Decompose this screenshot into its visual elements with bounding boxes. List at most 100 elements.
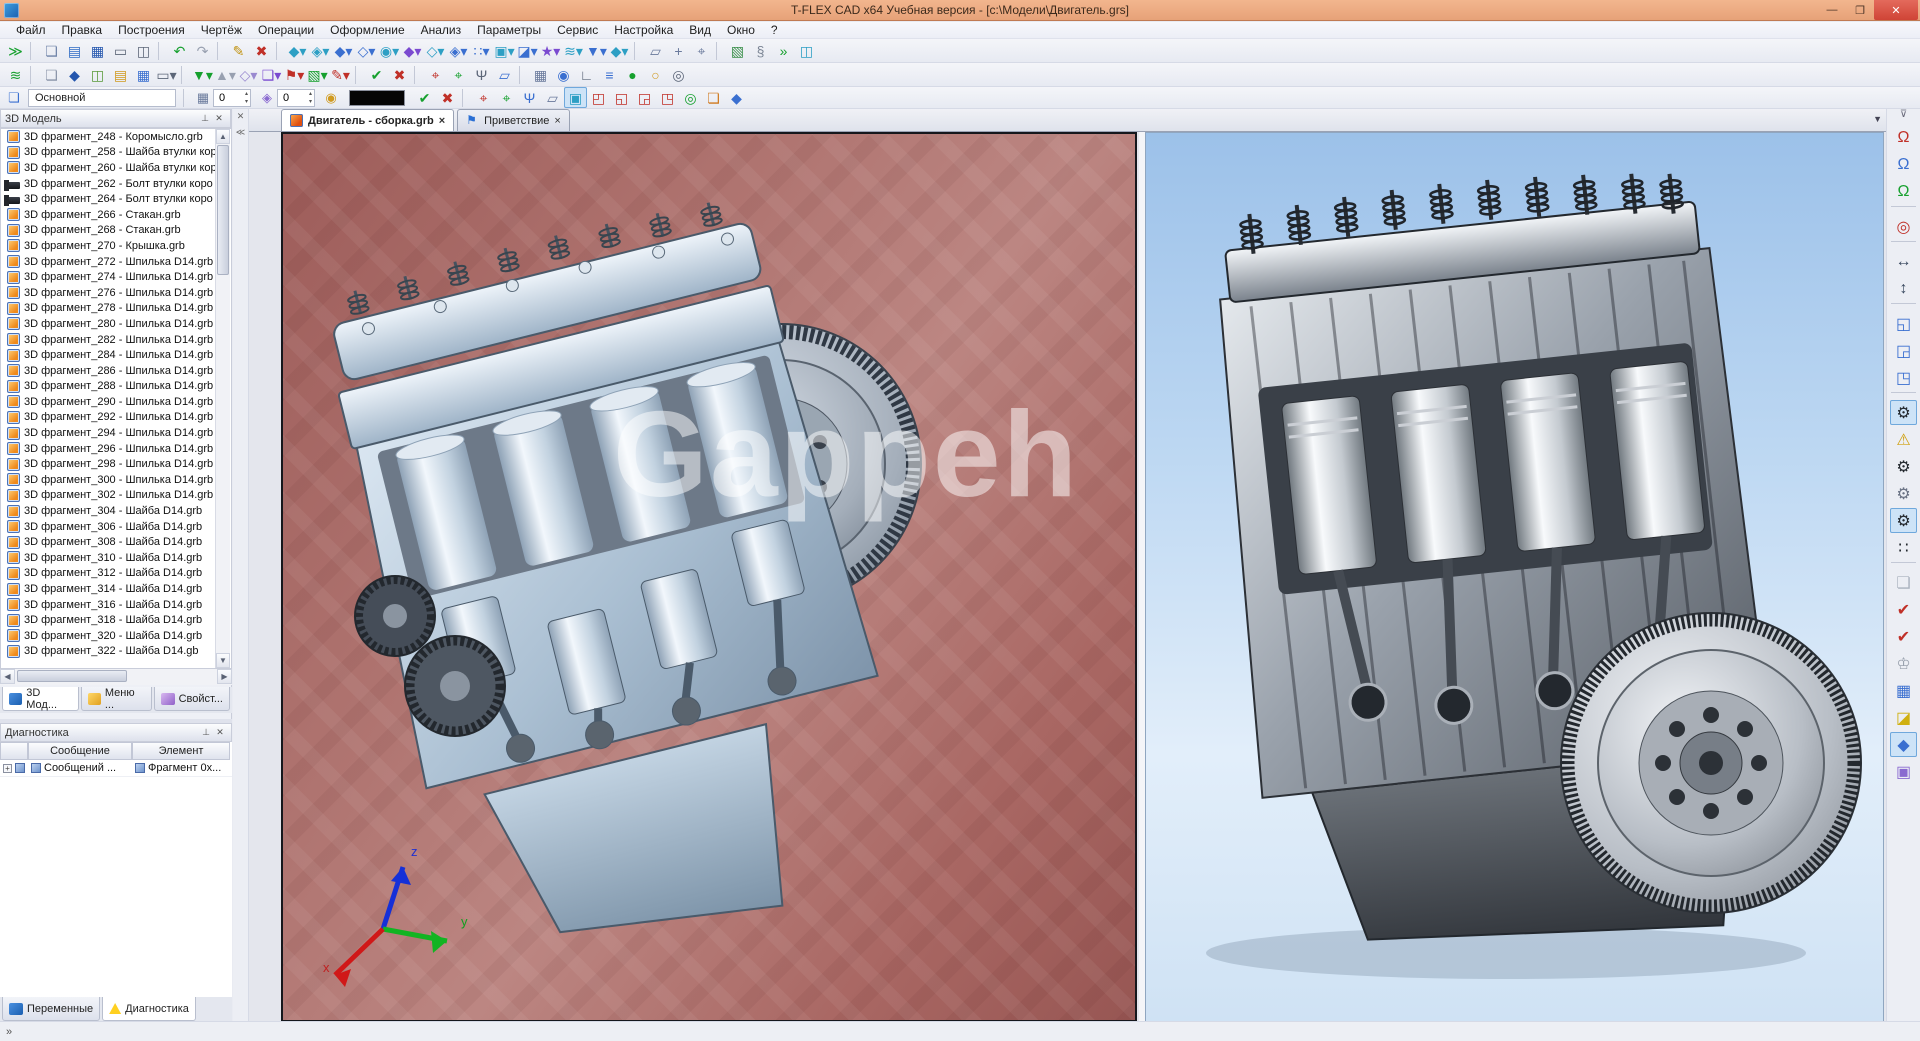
toolbar-icon[interactable] bbox=[276, 42, 283, 60]
tree-item[interactable]: 3D фрагмент_312 - Шайба D14.grb bbox=[1, 566, 231, 582]
toolbar-icon[interactable]: ◆▾ bbox=[608, 40, 631, 61]
toolbar-icon[interactable]: ✖ bbox=[388, 64, 411, 85]
tree-item[interactable]: 3D фрагмент_286 - Шпилька D14.grb bbox=[1, 363, 231, 379]
toolbar-icon[interactable]: ✔ bbox=[413, 87, 436, 108]
view-toolbar-icon[interactable]: ⚙ bbox=[1890, 508, 1917, 533]
close-tab-icon[interactable]: × bbox=[439, 115, 445, 127]
view-toolbar-icon[interactable]: ◪ bbox=[1890, 705, 1917, 730]
toolbar-icon[interactable]: ▭ bbox=[109, 40, 132, 61]
toolbar-icon[interactable]: ◫ bbox=[795, 40, 818, 61]
tree-item[interactable]: 3D фрагмент_280 - Шпилька D14.grb bbox=[1, 316, 231, 332]
toolbar-icon[interactable]: ≋ bbox=[4, 64, 27, 85]
toolbar-icon[interactable]: ▧▾ bbox=[306, 64, 329, 85]
toolbar-icon[interactable]: ▼▾ bbox=[191, 64, 214, 85]
menu-item[interactable]: Правка bbox=[54, 22, 111, 38]
toolbar-icon[interactable] bbox=[217, 42, 224, 60]
close-icon[interactable]: ✕ bbox=[212, 113, 226, 124]
view-toolbar-icon[interactable]: ⚙ bbox=[1890, 481, 1917, 506]
toolbar-icon[interactable]: ▦ bbox=[529, 64, 552, 85]
view-toolbar-icon[interactable]: ▣ bbox=[1890, 759, 1917, 784]
tree-item[interactable]: 3D фрагмент_320 - Шайба D14.grb bbox=[1, 628, 231, 644]
toolbar-icon[interactable] bbox=[414, 66, 421, 84]
toolbar-icon[interactable]: ◆▾ bbox=[286, 40, 309, 61]
toolbar-icon[interactable]: ≋▾ bbox=[562, 40, 585, 61]
scroll-tabs-left-icon[interactable]: ≪ bbox=[234, 127, 248, 141]
view-toolbar-icon[interactable]: Ω bbox=[1890, 125, 1917, 150]
tree-item[interactable]: 3D фрагмент_302 - Шпилька D14.grb bbox=[1, 488, 231, 504]
scroll-up-icon[interactable]: ▲ bbox=[216, 129, 230, 144]
diagnostics-row[interactable]: + Сообщений ... Фрагмент 0x... bbox=[0, 760, 232, 777]
toolbar-icon[interactable]: ❏ bbox=[40, 40, 63, 61]
spinner-priority[interactable]: 0 bbox=[277, 89, 315, 107]
tree-item[interactable]: 3D фрагмент_294 - Шпилька D14.grb bbox=[1, 425, 231, 441]
dock-tab[interactable]: 3D Мод... bbox=[2, 687, 79, 711]
toolbar-icon[interactable]: + bbox=[667, 40, 690, 61]
tree-item[interactable]: 3D фрагмент_316 - Шайба D14.grb bbox=[1, 597, 231, 613]
toolbar-icon[interactable]: ◆▾ bbox=[401, 40, 424, 61]
tree-item[interactable]: 3D фрагмент_266 - Стакан.grb bbox=[1, 207, 231, 223]
scrollbar-thumb[interactable] bbox=[217, 145, 229, 275]
toolbar-icon[interactable]: ❏ bbox=[40, 64, 63, 85]
view-toolbar-icon[interactable]: ♔ bbox=[1890, 651, 1917, 676]
view-toolbar-icon[interactable]: ✔ bbox=[1890, 624, 1917, 649]
view-toolbar-icon[interactable]: ⚙ bbox=[1890, 400, 1917, 425]
toolbar-icon[interactable]: ▦ bbox=[86, 40, 109, 61]
tree-item[interactable]: 3D фрагмент_296 - Шпилька D14.grb bbox=[1, 441, 231, 457]
toolbar-icon[interactable]: ★▾ bbox=[539, 40, 562, 61]
column-header[interactable] bbox=[0, 742, 28, 760]
tree-item[interactable]: 3D фрагмент_288 - Шпилька D14.grb bbox=[1, 379, 231, 395]
view-toolbar-icon[interactable]: ⚙ bbox=[1890, 454, 1917, 479]
view-toolbar-icon[interactable]: ✔ bbox=[1890, 597, 1917, 622]
toolbar-icon[interactable]: ◰ bbox=[587, 87, 610, 108]
view-toolbar-icon[interactable]: ◆ bbox=[1890, 732, 1917, 757]
scroll-down-icon[interactable]: ▼ bbox=[216, 653, 230, 668]
toolbar-icon[interactable] bbox=[30, 42, 37, 60]
pin-icon[interactable]: ⊥ bbox=[199, 727, 213, 738]
tree-item[interactable]: 3D фрагмент_292 - Шпилька D14.grb bbox=[1, 410, 231, 426]
toolbar-icon[interactable]: ⌖ bbox=[690, 40, 713, 61]
toolbar-icon[interactable]: ◎ bbox=[679, 87, 702, 108]
toolbar-icon[interactable]: ✖ bbox=[436, 87, 459, 108]
toolbar-icon[interactable]: ◫ bbox=[86, 64, 109, 85]
toolbar-icon[interactable]: ◈▾ bbox=[447, 40, 470, 61]
toolbar-icon[interactable] bbox=[716, 42, 723, 60]
close-icon[interactable]: ✕ bbox=[213, 727, 227, 738]
menu-item[interactable]: Анализ bbox=[413, 22, 470, 38]
layer-combo[interactable]: Основной bbox=[28, 89, 176, 107]
toolbar-icon[interactable]: ▱ bbox=[493, 64, 516, 85]
toolbar-icon[interactable]: ▣ bbox=[564, 87, 587, 108]
toolbar-icon[interactable]: ⚑▾ bbox=[283, 64, 306, 85]
toolbar-icon[interactable]: ⌖ bbox=[447, 64, 470, 85]
toolbar-icon[interactable]: ▱ bbox=[541, 87, 564, 108]
tab-diagnostics[interactable]: Диагностика bbox=[102, 997, 196, 1021]
toolbar-icon[interactable]: ❏ bbox=[702, 87, 725, 108]
tab-scroll-icon[interactable]: ▼ bbox=[1873, 114, 1882, 124]
toolbar-icon[interactable]: ◉▾ bbox=[378, 40, 401, 61]
toolbar-icon[interactable]: ◆ bbox=[725, 87, 748, 108]
window-control-button[interactable]: ❐ bbox=[1846, 0, 1874, 20]
toolbar-icon[interactable] bbox=[355, 66, 362, 84]
tree-item[interactable]: 3D фрагмент_262 - Болт втулки коро bbox=[1, 176, 231, 192]
close-document-icon[interactable]: ✕ bbox=[234, 111, 248, 125]
tree-item[interactable]: 3D фрагмент_278 - Шпилька D14.grb bbox=[1, 301, 231, 317]
view-toolbar-icon[interactable]: ❏ bbox=[1890, 570, 1917, 595]
pin-icon[interactable]: ⊥ bbox=[198, 113, 212, 124]
toolbar-icon[interactable]: ✎▾ bbox=[329, 64, 352, 85]
spinner-level[interactable]: 0 bbox=[213, 89, 251, 107]
toolbar-icon[interactable]: ▭▾ bbox=[155, 64, 178, 85]
tree-item[interactable]: 3D фрагмент_310 - Шайба D14.grb bbox=[1, 550, 231, 566]
view-toolbar-icon[interactable]: ↕ bbox=[1890, 276, 1917, 301]
tab-welcome[interactable]: ⚑ Приветствие × bbox=[457, 109, 570, 131]
tree-item[interactable]: 3D фрагмент_270 - Крышка.grb bbox=[1, 238, 231, 254]
toolbar-icon[interactable]: ◆ bbox=[63, 64, 86, 85]
view-toolbar-icon[interactable]: ⚠ bbox=[1890, 427, 1917, 452]
toolbar-icon[interactable]: ▣▾ bbox=[493, 40, 516, 61]
tree-item[interactable]: 3D фрагмент_260 - Шайба втулки коро bbox=[1, 160, 231, 176]
toolbar-icon[interactable]: § bbox=[749, 40, 772, 61]
tree-item[interactable]: 3D фрагмент_268 - Стакан.grb bbox=[1, 223, 231, 239]
menu-item[interactable]: Операции bbox=[250, 22, 322, 38]
toolbar-icon[interactable]: ▤ bbox=[63, 40, 86, 61]
toolbar-icon[interactable]: ⌖ bbox=[472, 87, 495, 108]
tree-item[interactable]: 3D фрагмент_298 - Шпилька D14.grb bbox=[1, 456, 231, 472]
toolbar-icon[interactable]: ⌖ bbox=[424, 64, 447, 85]
